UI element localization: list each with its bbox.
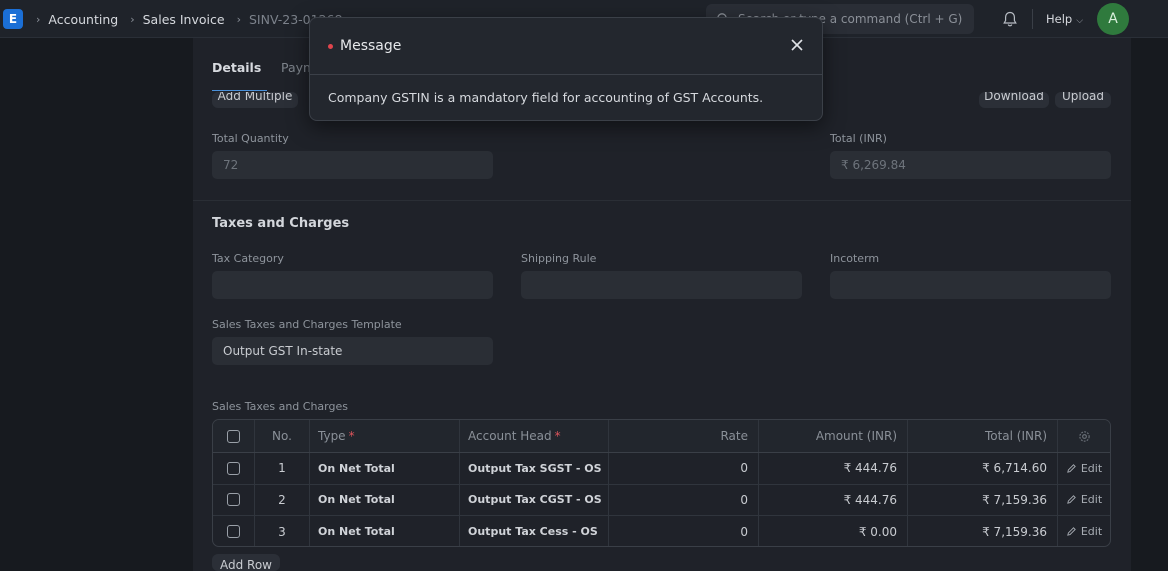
dialog-title: Message <box>340 38 402 54</box>
close-icon[interactable] <box>788 36 806 54</box>
message-dialog: Message Company GSTIN is a mandatory fie… <box>309 17 823 121</box>
dialog-header: Message <box>310 18 822 75</box>
indicator-dot-icon <box>328 44 333 49</box>
dialog-message: Company GSTIN is a mandatory field for a… <box>328 90 764 105</box>
